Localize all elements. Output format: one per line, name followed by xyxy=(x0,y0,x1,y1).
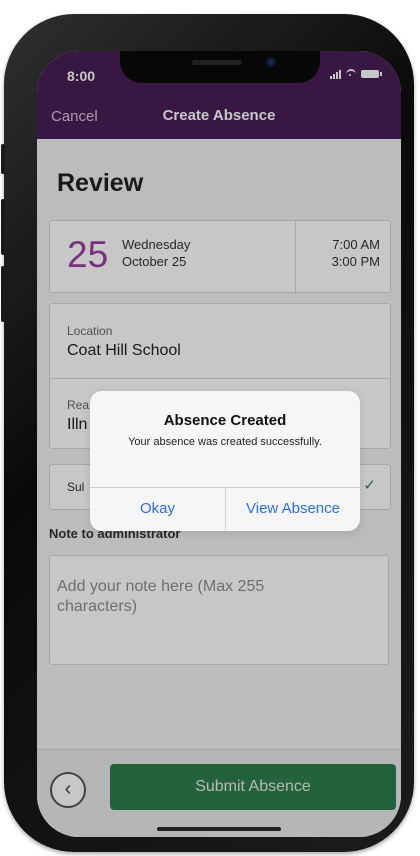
alert-message: Your absence was created successfully. xyxy=(128,436,322,448)
volume-down-button xyxy=(1,266,5,322)
okay-button[interactable]: Okay xyxy=(90,487,225,531)
home-indicator[interactable] xyxy=(157,827,281,831)
alert-title: Absence Created xyxy=(163,412,287,429)
volume-up-button xyxy=(1,199,5,255)
alert-dialog: Absence Created Your absence was created… xyxy=(90,391,360,531)
view-absence-button[interactable]: View Absence xyxy=(226,487,360,531)
mute-switch xyxy=(1,144,5,174)
screen: 8:00 Cancel Create Absence Review 25 Wed… xyxy=(37,51,401,837)
phone-frame: 8:00 Cancel Create Absence Review 25 Wed… xyxy=(1,14,414,852)
